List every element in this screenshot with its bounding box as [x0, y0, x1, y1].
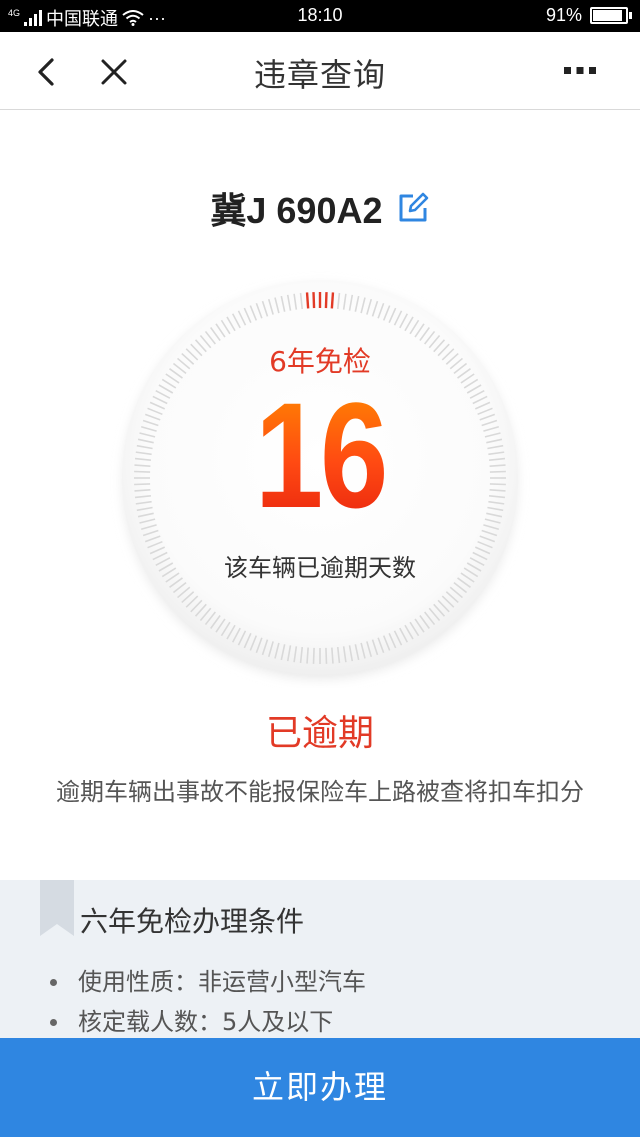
overdue-status: 已逾期	[265, 713, 374, 754]
edit-plate-button[interactable]	[396, 191, 430, 225]
more-dots-icon	[564, 67, 596, 74]
conditions-title: 六年免检办理条件	[80, 905, 305, 938]
battery-percent: 91%	[545, 5, 582, 25]
status-right: 91%	[545, 5, 632, 26]
list-item: 使用性质：非运营小型汽车	[46, 964, 366, 1004]
conditions-panel: 六年免检办理条件 使用性质：非运营小型汽车 核定载人数：5人及以下	[0, 880, 640, 1050]
overdue-days: 16	[148, 380, 492, 530]
dial-tick-active	[330, 292, 335, 309]
dial-tick	[331, 647, 334, 664]
overdue-description: 逾期车辆出事故不能报保险车上路被查将扣车扣分	[56, 778, 584, 806]
plate-row: 冀J 690A2	[0, 182, 640, 234]
battery-icon	[590, 7, 632, 24]
dial-tick	[312, 647, 315, 664]
apply-now-button[interactable]: 立即办理	[0, 1038, 640, 1137]
status-time: 18:10	[297, 5, 343, 25]
edit-icon	[399, 192, 428, 222]
page-title: 违章查询	[253, 56, 386, 94]
dial-tick-active	[324, 292, 328, 309]
more-button[interactable]	[556, 52, 604, 88]
conditions-list: 使用性质：非运营小型汽车 核定载人数：5人及以下	[46, 964, 366, 1044]
battery-fill	[593, 10, 622, 21]
dial-tick	[306, 647, 309, 664]
dial-tick-active	[312, 292, 316, 309]
navigation-bar: 违章查询	[0, 32, 640, 110]
dial-tick	[325, 647, 328, 664]
dial-subtitle: 该车辆已逾期天数	[224, 554, 416, 582]
bookmark-icon	[40, 880, 74, 936]
dial-tick-active	[305, 292, 310, 309]
status-bar: 4G 中国联通 ··· 18:10 91%	[0, 0, 640, 32]
overdue-dial: 6年免检 16 该车辆已逾期天数	[110, 268, 530, 688]
dial-tick	[489, 483, 506, 486]
dial-tick	[489, 470, 506, 473]
plate-number: 冀J 690A2	[210, 190, 383, 231]
